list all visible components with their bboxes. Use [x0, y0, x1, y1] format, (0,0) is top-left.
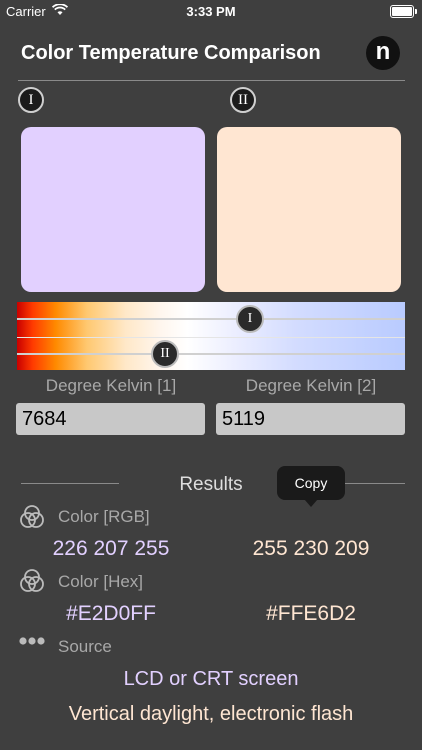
dots-icon — [18, 633, 46, 649]
page-title: Color Temperature Comparison — [21, 42, 321, 64]
color-swatch-1 — [21, 127, 205, 292]
rgb-value-2[interactable]: 255 230 209 — [211, 537, 411, 561]
source-label: Source — [58, 637, 112, 656]
app-logo-button[interactable]: n — [366, 36, 400, 70]
slider-track-1[interactable] — [17, 318, 405, 320]
copy-tooltip[interactable]: Copy — [277, 466, 345, 507]
header-divider — [18, 80, 405, 81]
hex-value-2[interactable]: #FFE6D2 — [211, 602, 411, 626]
hex-label: Color [Hex] — [58, 572, 144, 591]
slider-track-separator — [17, 337, 405, 338]
status-time: 3:33 PM — [186, 4, 236, 19]
slider-track-2[interactable] — [17, 353, 405, 355]
kelvin-label-2: Degree Kelvin [2] — [245, 376, 377, 395]
slider-thumb-1[interactable]: I — [236, 305, 264, 333]
source-value-2: Vertical daylight, electronic flash — [68, 703, 354, 725]
marker-one-icon: I — [18, 87, 44, 113]
source-value-1: LCD or CRT screen — [123, 668, 299, 690]
rgb-value-1[interactable]: 226 207 255 — [11, 537, 211, 561]
color-swatch-2 — [217, 127, 401, 292]
status-bar: Carrier 3:33 PM — [0, 0, 422, 22]
slider-thumb-2[interactable]: II — [151, 340, 179, 368]
rgb-label: Color [RGB] — [58, 507, 150, 526]
results-title: Results — [179, 474, 243, 495]
results-divider-right — [344, 483, 405, 484]
kelvin-input-2[interactable] — [216, 403, 405, 435]
color-circles-icon — [18, 567, 46, 595]
kelvin-label-1: Degree Kelvin [1] — [45, 376, 177, 395]
kelvin-input-1[interactable] — [16, 403, 205, 435]
temperature-gradient — [17, 302, 405, 370]
battery-icon — [390, 5, 417, 18]
color-circles-icon — [18, 503, 46, 531]
marker-two-icon: II — [230, 87, 256, 113]
hex-value-1[interactable]: #E2D0FF — [11, 602, 211, 626]
